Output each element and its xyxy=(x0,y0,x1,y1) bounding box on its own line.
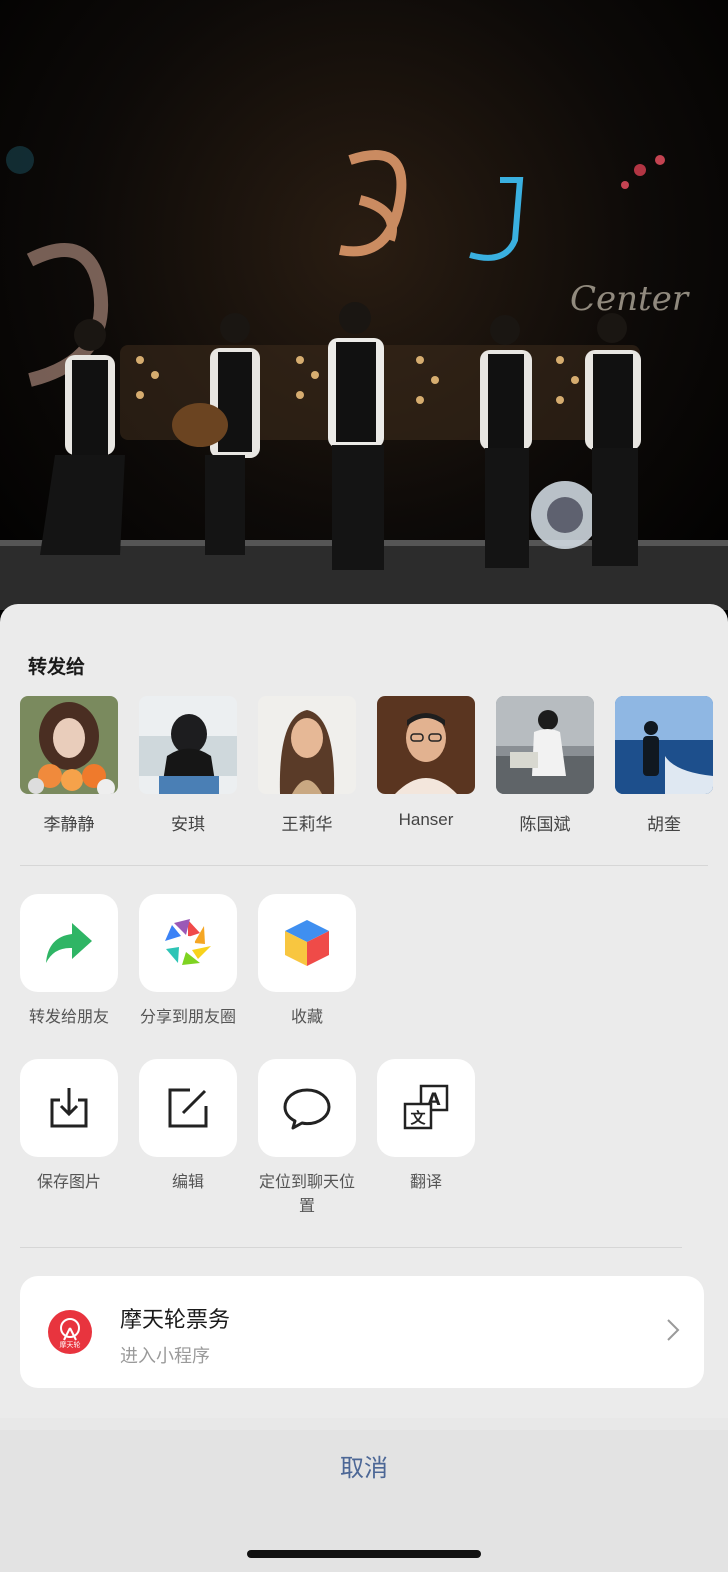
chevron-right-icon xyxy=(667,1319,680,1341)
save-image-button[interactable]: 保存图片 xyxy=(20,1059,118,1219)
contact-name: 王莉华 xyxy=(281,815,333,834)
home-indicator[interactable] xyxy=(247,1550,481,1558)
contact-name: 安琪 xyxy=(171,815,205,834)
favorite-cube-icon xyxy=(285,920,329,966)
contact-item[interactable]: 胡奎 xyxy=(615,696,713,846)
edit-button[interactable]: 编辑 xyxy=(139,1059,237,1219)
chat-bubble-icon xyxy=(283,1088,331,1130)
action-tile[interactable] xyxy=(258,1059,356,1157)
action-label: 转发给朋友 xyxy=(28,1009,109,1026)
action-row: 转发给朋友 分享到朋友圈 收藏 xyxy=(20,894,356,1030)
download-icon xyxy=(50,1088,88,1128)
avatar xyxy=(496,696,594,794)
forward-arrow-icon xyxy=(46,923,92,963)
contact-item[interactable]: 李静静 xyxy=(20,696,118,846)
divider xyxy=(20,865,708,866)
action-tile[interactable] xyxy=(20,1059,118,1157)
forward-to-friend-button[interactable]: 转发给朋友 xyxy=(20,894,118,1030)
locate-in-chat-button[interactable]: 定位到聊天位置 xyxy=(258,1059,356,1219)
ferris-wheel-logo-icon: 摩天轮 xyxy=(48,1310,92,1354)
sheet-title: 转发给 xyxy=(28,657,86,678)
contact-list: 李静静 安琪 王莉华 Hanser 陈国斌 胡奎 xyxy=(20,696,728,846)
avatar xyxy=(377,696,475,794)
svg-text:Center: Center xyxy=(570,279,690,319)
translate-button[interactable]: A 文 翻译 xyxy=(377,1059,475,1219)
logo-text: 摩天轮 xyxy=(60,1340,81,1349)
mini-program-title: 摩天轮票务 xyxy=(120,1307,231,1332)
action-tile[interactable] xyxy=(258,894,356,992)
separator xyxy=(0,1418,728,1430)
avatar xyxy=(20,696,118,794)
action-row: 保存图片 编辑 定位到聊天位置 A 文 翻译 xyxy=(20,1059,475,1219)
contact-item[interactable]: 王莉华 xyxy=(258,696,356,846)
contact-name: Hanser xyxy=(398,810,454,829)
contact-name: 胡奎 xyxy=(647,815,681,834)
action-label: 定位到聊天位置 xyxy=(258,1174,355,1215)
contact-item[interactable]: Hanser xyxy=(377,696,475,846)
moments-aperture-icon xyxy=(165,919,211,965)
avatar xyxy=(139,696,237,794)
background-concert-photo: Center xyxy=(0,0,728,610)
action-tile[interactable] xyxy=(139,894,237,992)
action-label: 翻译 xyxy=(409,1174,442,1191)
action-tile[interactable] xyxy=(20,894,118,992)
cancel-bar: 取消 xyxy=(0,1418,728,1572)
action-label: 分享到朋友圈 xyxy=(139,1009,236,1026)
favorite-button[interactable]: 收藏 xyxy=(258,894,356,1030)
action-label: 收藏 xyxy=(290,1009,323,1026)
share-sheet: 转发给 李静静 安琪 王莉华 Hanser 陈国斌 胡奎 转发给朋友 分享到朋友… xyxy=(0,604,728,1572)
divider xyxy=(20,1247,682,1248)
action-tile[interactable] xyxy=(139,1059,237,1157)
contact-item[interactable]: 安琪 xyxy=(139,696,237,846)
cancel-button[interactable]: 取消 xyxy=(0,1448,728,1483)
avatar xyxy=(258,696,356,794)
avatar xyxy=(615,696,713,794)
svg-text:文: 文 xyxy=(410,1109,426,1127)
contact-item[interactable]: 陈国斌 xyxy=(496,696,594,846)
contact-name: 李静静 xyxy=(43,815,95,834)
translate-icon: A 文 xyxy=(403,1084,449,1130)
contact-name: 陈国斌 xyxy=(519,815,571,834)
action-label: 编辑 xyxy=(171,1174,204,1191)
action-tile[interactable]: A 文 xyxy=(377,1059,475,1157)
mini-program-subtitle: 进入小程序 xyxy=(120,1346,210,1366)
share-moments-button[interactable]: 分享到朋友圈 xyxy=(139,894,237,1030)
edit-icon xyxy=(168,1088,208,1128)
action-label: 保存图片 xyxy=(36,1174,101,1191)
mini-program-card[interactable]: 摩天轮 摩天轮票务 进入小程序 xyxy=(20,1276,704,1388)
